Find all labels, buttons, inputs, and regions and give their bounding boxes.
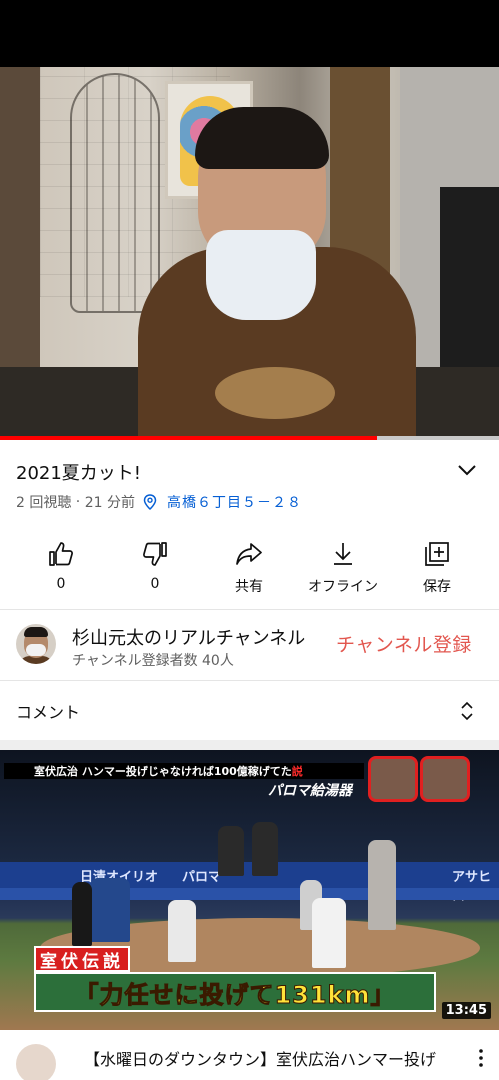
video-player[interactable] xyxy=(0,67,499,439)
recommended-video-title[interactable]: 【水曜日のダウンタウン】室伏広治ハンマー投げ xyxy=(84,1046,464,1070)
more-vert-icon[interactable] xyxy=(478,1048,484,1068)
share-icon xyxy=(201,540,297,568)
view-count: 2 回視聴 xyxy=(16,495,72,511)
location-link[interactable]: 高橋６丁目５－２８ xyxy=(167,492,302,512)
expand-collapse-icon[interactable] xyxy=(460,700,474,722)
coach xyxy=(90,878,130,942)
pitcher xyxy=(168,900,196,962)
like-count: 0 xyxy=(56,576,66,592)
save-label: 保存 xyxy=(423,579,451,595)
reaction-wipe xyxy=(420,756,470,802)
channel-avatar[interactable] xyxy=(16,1044,56,1080)
section-gap xyxy=(0,740,499,750)
thumbnail-caption: 「力任せに投げて131km」 xyxy=(34,972,436,1012)
recommended-video-thumbnail[interactable]: 室伏広治 ハンマー投げじゃなければ100億稼げてた説 パロマ給湯器 日清オイリオ… xyxy=(0,750,499,1030)
video-duration: 13:45 xyxy=(441,1002,491,1019)
download-icon xyxy=(295,540,391,568)
channel-name[interactable]: 杉山元太のリアルチャンネル xyxy=(72,624,322,650)
download-button[interactable]: オフライン xyxy=(295,540,391,596)
like-button[interactable]: 0 xyxy=(13,540,109,592)
share-button[interactable]: 共有 xyxy=(201,540,297,596)
video-title[interactable]: 2021夏カット! xyxy=(16,459,141,485)
thumbnail-legend-label: 室伏伝説 xyxy=(34,946,130,972)
thumbnail-banner: 室伏広治 ハンマー投げじゃなければ100億稼げてた説 xyxy=(4,763,364,779)
divider xyxy=(0,680,499,681)
thumbs-down-icon xyxy=(107,540,203,568)
reaction-wipe xyxy=(368,756,418,802)
divider xyxy=(0,609,499,610)
location-pin-icon xyxy=(143,494,157,510)
status-bar xyxy=(0,0,499,67)
action-bar: 0 0 共有 オフライン 保存 xyxy=(0,540,499,600)
batter xyxy=(368,840,396,930)
share-label: 共有 xyxy=(235,579,263,595)
download-label: オフライン xyxy=(308,579,378,595)
comments-header[interactable]: コメント xyxy=(16,699,80,723)
video-progress-fill xyxy=(0,436,377,440)
add-to-playlist-icon xyxy=(389,540,485,568)
subscribe-button[interactable]: チャンネル登録 xyxy=(336,630,472,657)
channel-avatar[interactable] xyxy=(16,624,56,664)
video-meta: 2 回視聴 · 21 分前 高橋６丁目５－２８ xyxy=(16,492,302,512)
face-mask xyxy=(206,230,316,320)
sponsor-sign: パロマ給湯器 xyxy=(268,783,352,799)
dislike-button[interactable]: 0 xyxy=(107,540,203,592)
subscriber-count: チャンネル登録者数 40人 xyxy=(72,653,234,669)
save-button[interactable]: 保存 xyxy=(389,540,485,596)
umpire xyxy=(312,898,346,968)
recommended-video-row[interactable]: 【水曜日のダウンタウン】室伏広治ハンマー投げ xyxy=(0,1030,499,1080)
wire-mannequin xyxy=(70,73,160,313)
dislike-count: 0 xyxy=(150,576,160,592)
chevron-down-icon[interactable] xyxy=(456,461,478,479)
upload-age: 21 分前 xyxy=(84,495,135,511)
thumbs-up-icon xyxy=(13,540,109,568)
video-progress-bar[interactable] xyxy=(0,436,499,440)
